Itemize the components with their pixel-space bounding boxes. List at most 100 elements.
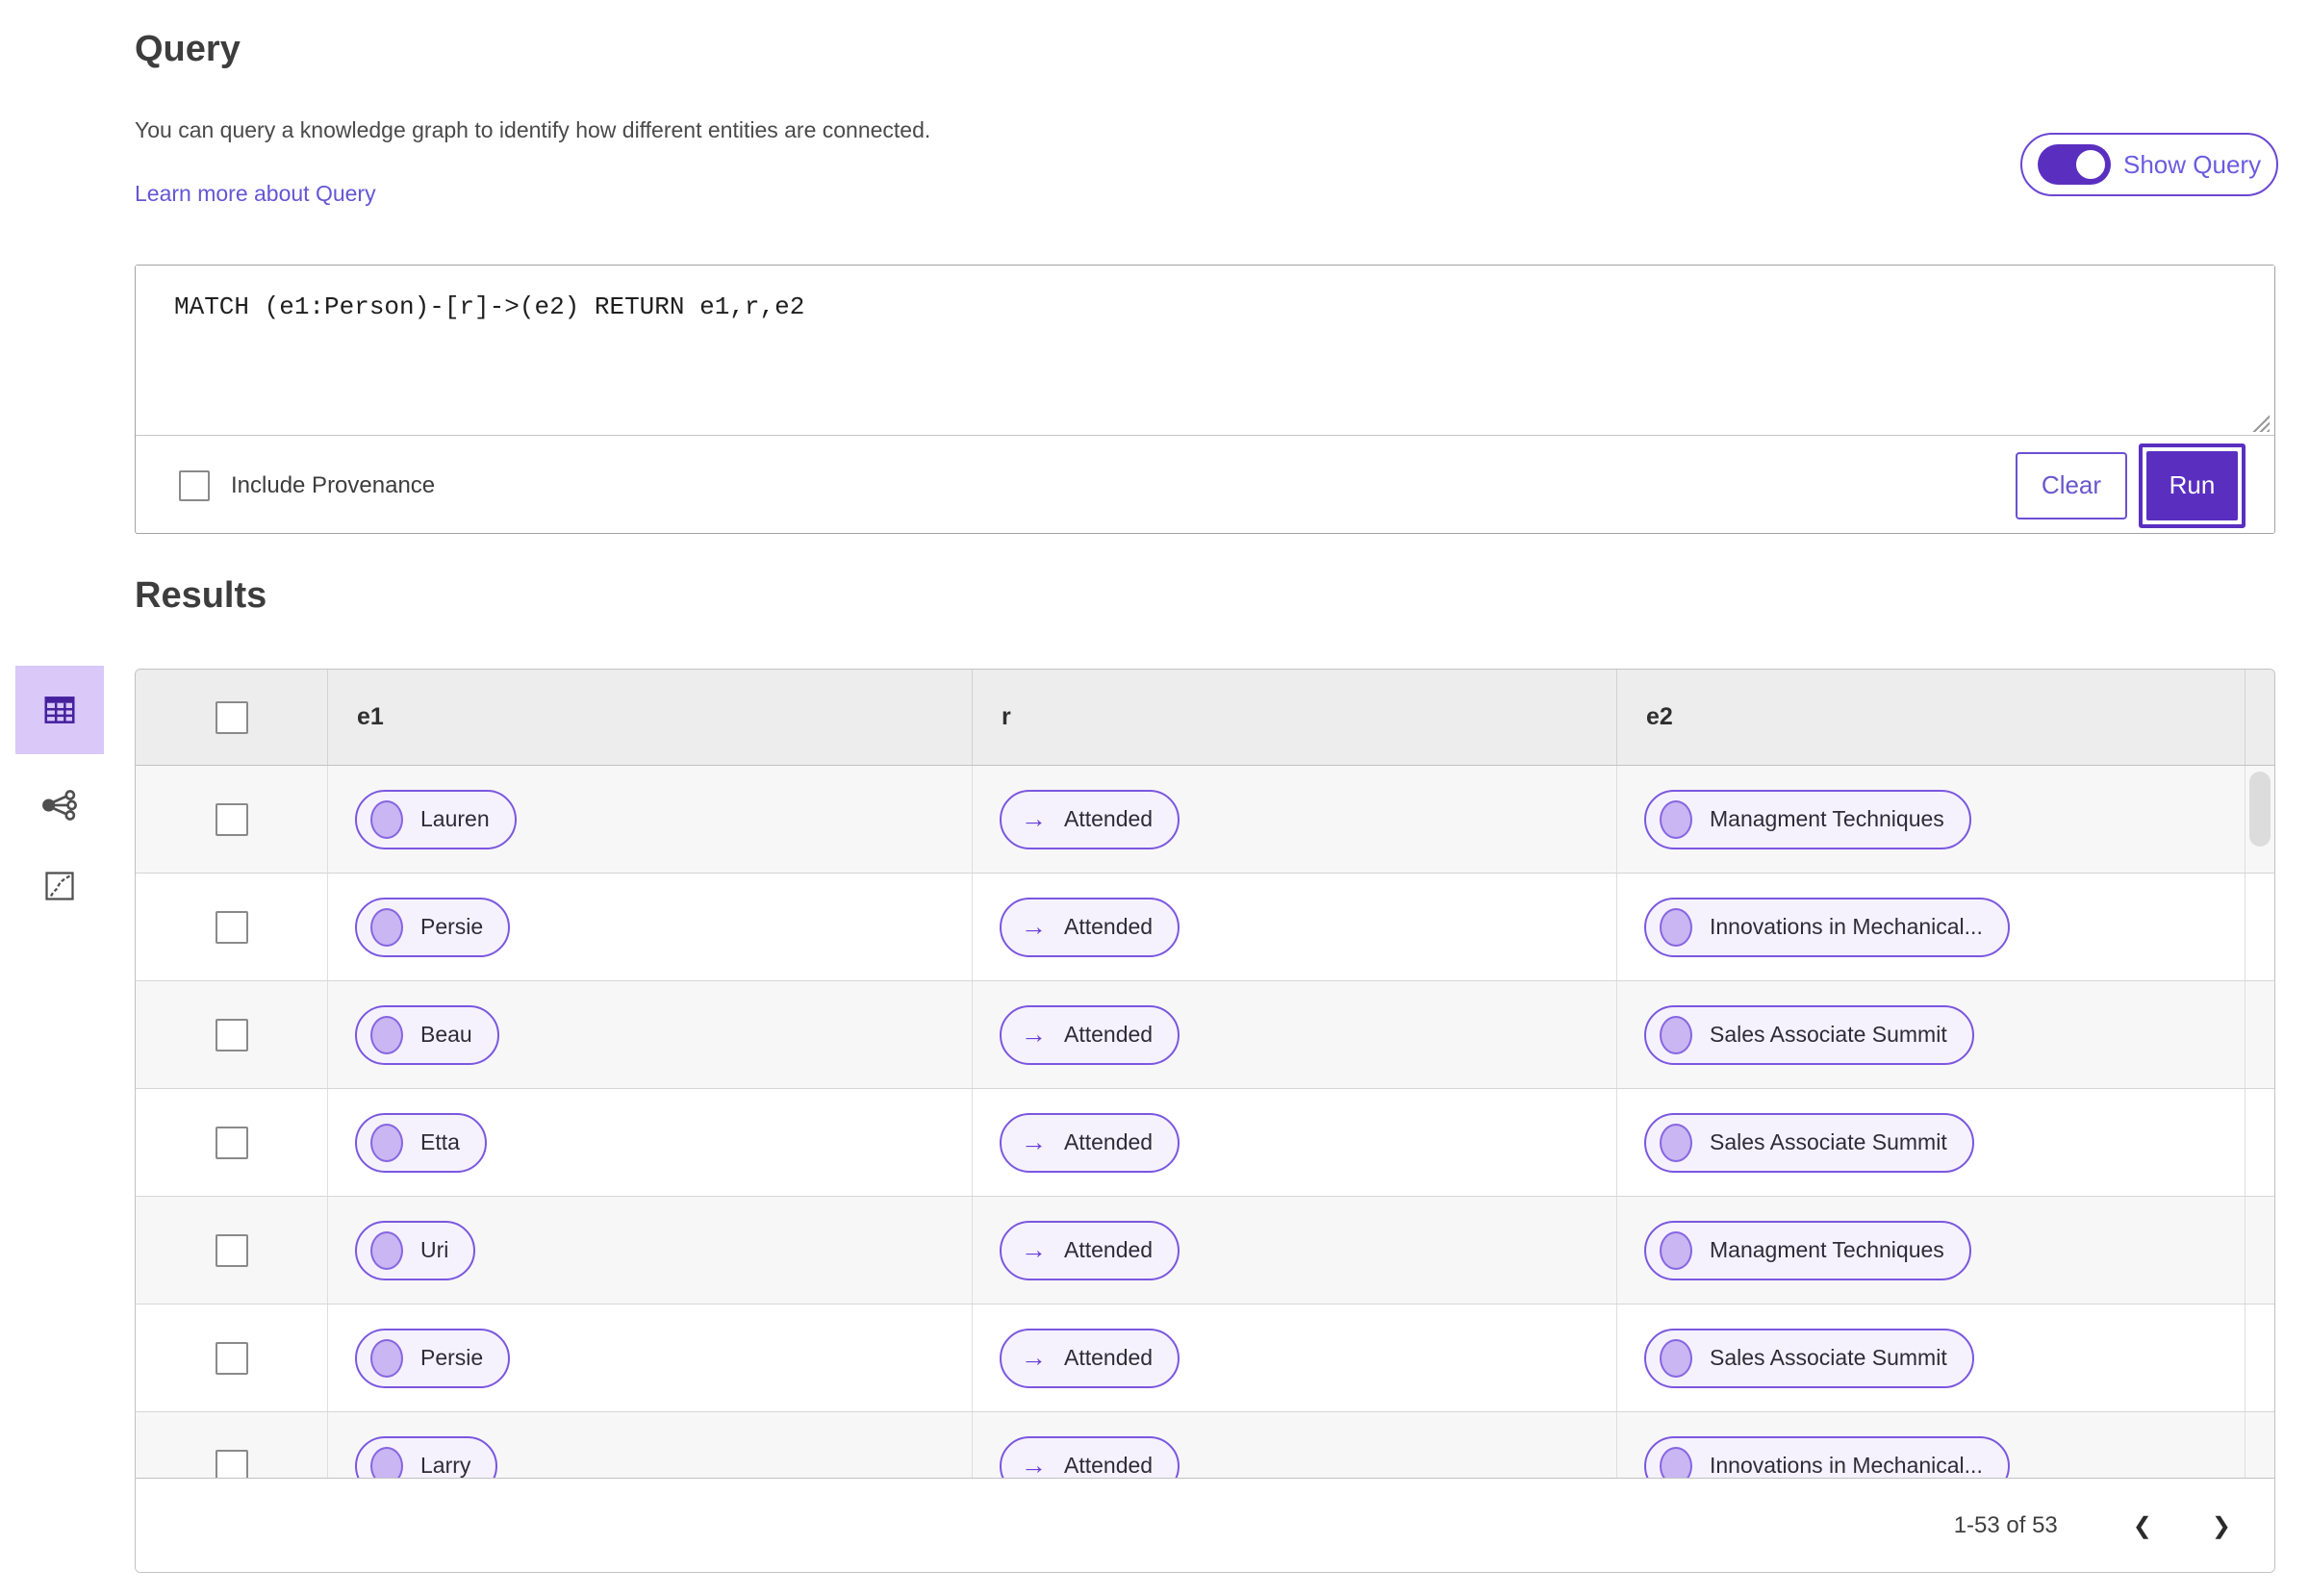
relation-pill[interactable]: → Attended: [1000, 1112, 1180, 1173]
row-checkbox[interactable]: [215, 802, 248, 836]
entity-pill[interactable]: Managment Techniques: [1644, 1220, 1971, 1280]
table-row: Lauren → Attended Managment Techniques: [136, 766, 2274, 874]
select-all-checkbox[interactable]: [215, 700, 248, 734]
table-header-row: e1 r e2: [136, 670, 2274, 766]
results-view-sidebar: [15, 666, 104, 916]
query-editor-input[interactable]: MATCH (e1:Person)-[r]->(e2) RETURN e1,r,…: [136, 266, 2274, 436]
row-checkbox[interactable]: [215, 910, 248, 944]
graph-view-icon: [42, 790, 77, 821]
table-view-icon: [44, 697, 75, 723]
row-checkbox[interactable]: [215, 1018, 248, 1051]
run-button-focus-ring: Run: [2139, 443, 2246, 528]
row-checkbox[interactable]: [215, 1233, 248, 1267]
entity-pill[interactable]: Sales Associate Summit: [1644, 1328, 1974, 1388]
entity-pill[interactable]: Beau: [355, 1004, 499, 1065]
entity-label: Sales Associate Summit: [1710, 1022, 1947, 1047]
entity-label: Persie: [420, 1345, 484, 1370]
pagination-range-label: 1-53 of 53: [1953, 1512, 2058, 1538]
entity-circle-icon: [370, 1015, 403, 1054]
entity-pill[interactable]: Innovations in Mechanical...: [1644, 897, 2010, 957]
column-header-e2: e2: [1646, 703, 1673, 730]
entity-pill[interactable]: Larry: [355, 1435, 498, 1478]
entity-label: Persie: [420, 914, 484, 939]
table-row: Persie → Attended Sales Associate Summit: [136, 1305, 2274, 1412]
entity-circle-icon: [370, 1230, 403, 1270]
entity-circle-icon: [1660, 1338, 1692, 1378]
entity-circle-icon: [1660, 1123, 1692, 1162]
row-checkbox[interactable]: [215, 1126, 248, 1159]
toggle-knob: [2074, 148, 2107, 181]
entity-circle-icon: [370, 1338, 403, 1378]
header-cell-e1: e1: [328, 670, 973, 765]
arrow-right-icon: →: [1021, 1343, 1047, 1372]
entity-pill[interactable]: Etta: [355, 1112, 487, 1173]
learn-more-link[interactable]: Learn more about Query: [135, 181, 376, 207]
relation-pill[interactable]: → Attended: [1000, 897, 1180, 957]
arrow-right-icon: →: [1021, 804, 1047, 833]
query-page: Query You can query a knowledge graph to…: [0, 0, 2309, 1596]
include-provenance-checkbox[interactable]: [179, 469, 210, 501]
header-cell-e2: e2: [1617, 670, 2246, 765]
table-body: Lauren → Attended Managment Techniques Pe…: [136, 766, 2274, 1478]
relation-label: Attended: [1064, 1022, 1154, 1047]
entity-label: Sales Associate Summit: [1710, 1129, 1947, 1154]
entity-pill[interactable]: Managment Techniques: [1644, 789, 1971, 849]
entity-circle-icon: [1660, 1230, 1692, 1270]
table-row: Beau → Attended Sales Associate Summit: [136, 981, 2274, 1089]
relation-label: Attended: [1064, 1345, 1154, 1370]
table-footer: 1-53 of 53 ❮ ❯: [136, 1478, 2274, 1572]
entity-label: Larry: [420, 1453, 471, 1478]
relation-label: Attended: [1064, 1453, 1154, 1478]
entity-pill[interactable]: Sales Associate Summit: [1644, 1004, 1974, 1065]
entity-pill[interactable]: Persie: [355, 897, 511, 957]
pagination-prev-button[interactable]: ❮: [2133, 1512, 2152, 1540]
entity-label: Etta: [420, 1129, 460, 1154]
entity-circle-icon: [1660, 1446, 1692, 1478]
table-row: Uri → Attended Managment Techniques: [136, 1197, 2274, 1305]
row-checkbox[interactable]: [215, 1341, 248, 1375]
pagination-next-button[interactable]: ❯: [2212, 1512, 2231, 1540]
entity-label: Lauren: [420, 806, 490, 831]
entity-pill[interactable]: Uri: [355, 1220, 476, 1280]
relation-pill[interactable]: → Attended: [1000, 1220, 1180, 1280]
results-table: e1 r e2 Lauren → Attended Managment Techn…: [135, 669, 2275, 1573]
arrow-right-icon: →: [1021, 912, 1047, 941]
entity-circle-icon: [1660, 799, 1692, 839]
relation-pill[interactable]: → Attended: [1000, 1004, 1180, 1065]
run-button[interactable]: Run: [2146, 450, 2238, 520]
entity-label: Managment Techniques: [1710, 1237, 1944, 1262]
graph-view-button[interactable]: [15, 775, 104, 835]
relation-pill[interactable]: → Attended: [1000, 1435, 1180, 1478]
relation-pill[interactable]: → Attended: [1000, 789, 1180, 849]
entity-label: Uri: [420, 1237, 449, 1262]
entity-pill[interactable]: Persie: [355, 1328, 511, 1388]
column-header-r: r: [1002, 703, 1011, 730]
clear-button[interactable]: Clear: [2016, 451, 2127, 519]
query-editor-panel: MATCH (e1:Person)-[r]->(e2) RETURN e1,r,…: [135, 265, 2275, 534]
table-view-button[interactable]: [15, 666, 104, 754]
relation-label: Attended: [1064, 1237, 1154, 1262]
show-query-toggle[interactable]: Show Query: [2020, 133, 2278, 196]
entity-circle-icon: [370, 907, 403, 947]
chart-view-button[interactable]: [15, 856, 104, 916]
arrow-right-icon: →: [1021, 1235, 1047, 1264]
show-query-label: Show Query: [2123, 149, 2262, 179]
entity-label: Beau: [420, 1022, 472, 1047]
table-row: Larry → Attended Innovations in Mechanica…: [136, 1412, 2274, 1478]
table-scrollbar[interactable]: [2249, 772, 2271, 847]
row-checkbox[interactable]: [215, 1449, 248, 1478]
entity-circle-icon: [370, 1446, 403, 1478]
entity-pill[interactable]: Innovations in Mechanical...: [1644, 1435, 2010, 1478]
entity-pill[interactable]: Sales Associate Summit: [1644, 1112, 1974, 1173]
relation-label: Attended: [1064, 1129, 1154, 1154]
header-cell-r: r: [973, 670, 1617, 765]
chart-view-icon: [45, 872, 74, 900]
entity-label: Innovations in Mechanical...: [1710, 1453, 1983, 1478]
relation-pill[interactable]: → Attended: [1000, 1328, 1180, 1388]
entity-circle-icon: [370, 799, 403, 839]
entity-label: Managment Techniques: [1710, 806, 1944, 831]
toggle-switch-icon[interactable]: [2038, 144, 2111, 185]
arrow-right-icon: →: [1021, 1451, 1047, 1478]
entity-label: Sales Associate Summit: [1710, 1345, 1947, 1370]
entity-pill[interactable]: Lauren: [355, 789, 517, 849]
